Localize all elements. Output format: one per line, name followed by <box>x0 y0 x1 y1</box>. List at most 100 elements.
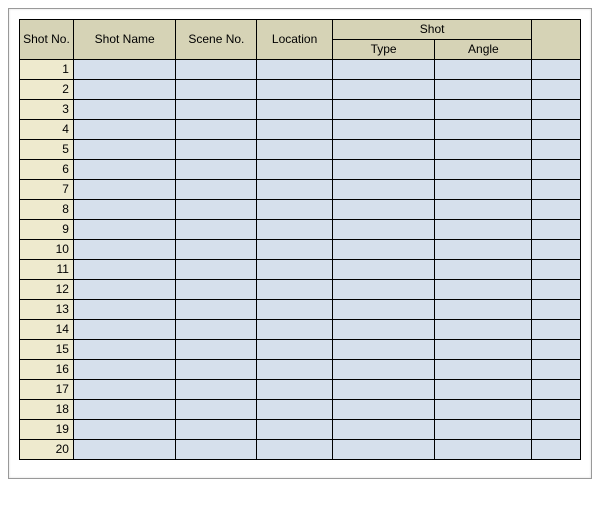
cell-loc[interactable] <box>257 200 333 220</box>
cell-scene[interactable] <box>176 400 257 420</box>
cell-shot-no[interactable]: 12 <box>20 280 74 300</box>
cell-x[interactable] <box>532 180 581 200</box>
cell-loc[interactable] <box>257 260 333 280</box>
cell-angle[interactable] <box>435 200 532 220</box>
cell-name[interactable] <box>73 60 175 80</box>
cell-type[interactable] <box>332 220 434 240</box>
cell-shot-no[interactable]: 15 <box>20 340 74 360</box>
cell-shot-no[interactable]: 11 <box>20 260 74 280</box>
cell-shot-no[interactable]: 8 <box>20 200 74 220</box>
cell-angle[interactable] <box>435 360 532 380</box>
cell-x[interactable] <box>532 200 581 220</box>
cell-x[interactable] <box>532 280 581 300</box>
cell-type[interactable] <box>332 160 434 180</box>
cell-name[interactable] <box>73 200 175 220</box>
cell-x[interactable] <box>532 140 581 160</box>
cell-angle[interactable] <box>435 420 532 440</box>
cell-type[interactable] <box>332 200 434 220</box>
cell-shot-no[interactable]: 2 <box>20 80 74 100</box>
cell-scene[interactable] <box>176 80 257 100</box>
cell-x[interactable] <box>532 360 581 380</box>
cell-type[interactable] <box>332 420 434 440</box>
cell-scene[interactable] <box>176 60 257 80</box>
cell-name[interactable] <box>73 300 175 320</box>
cell-scene[interactable] <box>176 100 257 120</box>
cell-type[interactable] <box>332 380 434 400</box>
cell-loc[interactable] <box>257 380 333 400</box>
cell-name[interactable] <box>73 420 175 440</box>
cell-name[interactable] <box>73 400 175 420</box>
cell-scene[interactable] <box>176 140 257 160</box>
cell-angle[interactable] <box>435 340 532 360</box>
cell-name[interactable] <box>73 360 175 380</box>
cell-type[interactable] <box>332 260 434 280</box>
cell-shot-no[interactable]: 18 <box>20 400 74 420</box>
cell-scene[interactable] <box>176 220 257 240</box>
cell-type[interactable] <box>332 400 434 420</box>
cell-x[interactable] <box>532 260 581 280</box>
cell-loc[interactable] <box>257 300 333 320</box>
cell-type[interactable] <box>332 320 434 340</box>
cell-x[interactable] <box>532 160 581 180</box>
cell-type[interactable] <box>332 360 434 380</box>
cell-scene[interactable] <box>176 120 257 140</box>
cell-loc[interactable] <box>257 180 333 200</box>
cell-scene[interactable] <box>176 260 257 280</box>
cell-angle[interactable] <box>435 120 532 140</box>
cell-name[interactable] <box>73 220 175 240</box>
cell-name[interactable] <box>73 280 175 300</box>
cell-shot-no[interactable]: 17 <box>20 380 74 400</box>
cell-loc[interactable] <box>257 360 333 380</box>
cell-angle[interactable] <box>435 380 532 400</box>
cell-type[interactable] <box>332 140 434 160</box>
cell-name[interactable] <box>73 180 175 200</box>
cell-name[interactable] <box>73 100 175 120</box>
cell-shot-no[interactable]: 20 <box>20 440 74 460</box>
cell-scene[interactable] <box>176 360 257 380</box>
cell-angle[interactable] <box>435 400 532 420</box>
cell-type[interactable] <box>332 180 434 200</box>
cell-name[interactable] <box>73 160 175 180</box>
cell-scene[interactable] <box>176 180 257 200</box>
cell-shot-no[interactable]: 16 <box>20 360 74 380</box>
cell-shot-no[interactable]: 19 <box>20 420 74 440</box>
cell-scene[interactable] <box>176 200 257 220</box>
cell-loc[interactable] <box>257 280 333 300</box>
cell-type[interactable] <box>332 100 434 120</box>
cell-shot-no[interactable]: 5 <box>20 140 74 160</box>
cell-angle[interactable] <box>435 300 532 320</box>
cell-x[interactable] <box>532 120 581 140</box>
cell-angle[interactable] <box>435 280 532 300</box>
cell-x[interactable] <box>532 400 581 420</box>
cell-type[interactable] <box>332 240 434 260</box>
cell-scene[interactable] <box>176 380 257 400</box>
cell-type[interactable] <box>332 60 434 80</box>
cell-angle[interactable] <box>435 180 532 200</box>
cell-x[interactable] <box>532 380 581 400</box>
cell-x[interactable] <box>532 240 581 260</box>
cell-name[interactable] <box>73 320 175 340</box>
cell-scene[interactable] <box>176 420 257 440</box>
cell-loc[interactable] <box>257 240 333 260</box>
cell-scene[interactable] <box>176 440 257 460</box>
cell-x[interactable] <box>532 100 581 120</box>
cell-x[interactable] <box>532 320 581 340</box>
cell-name[interactable] <box>73 380 175 400</box>
cell-shot-no[interactable]: 14 <box>20 320 74 340</box>
cell-name[interactable] <box>73 140 175 160</box>
cell-loc[interactable] <box>257 100 333 120</box>
cell-scene[interactable] <box>176 340 257 360</box>
cell-shot-no[interactable]: 3 <box>20 100 74 120</box>
cell-angle[interactable] <box>435 60 532 80</box>
cell-scene[interactable] <box>176 280 257 300</box>
cell-x[interactable] <box>532 80 581 100</box>
cell-name[interactable] <box>73 260 175 280</box>
cell-shot-no[interactable]: 10 <box>20 240 74 260</box>
cell-angle[interactable] <box>435 100 532 120</box>
cell-angle[interactable] <box>435 240 532 260</box>
cell-loc[interactable] <box>257 60 333 80</box>
cell-angle[interactable] <box>435 260 532 280</box>
cell-x[interactable] <box>532 60 581 80</box>
cell-angle[interactable] <box>435 440 532 460</box>
cell-angle[interactable] <box>435 320 532 340</box>
